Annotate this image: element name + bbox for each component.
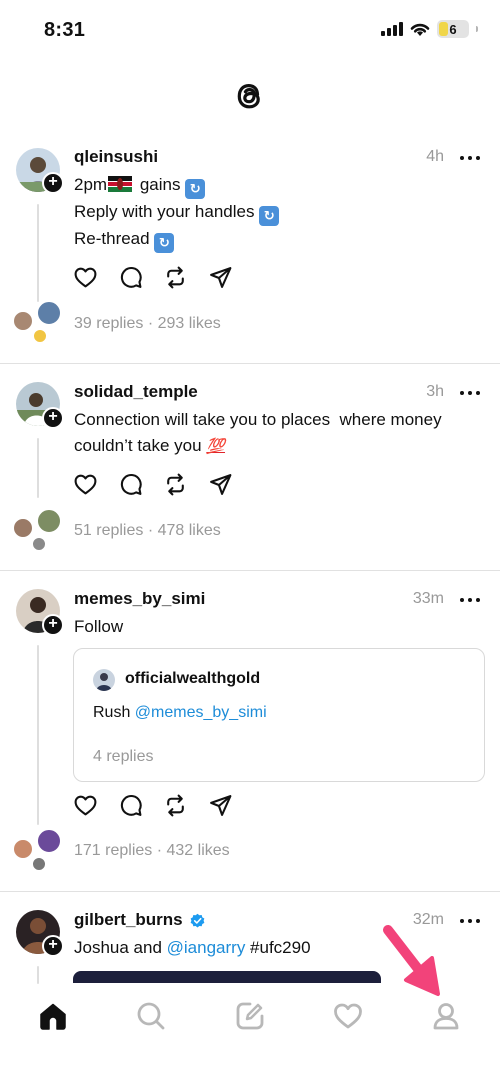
repeat-emoji-icon: ↻	[185, 179, 206, 199]
reply-avatar	[36, 828, 62, 854]
thread-line	[37, 438, 39, 498]
reply-bubble-icon[interactable]	[118, 265, 143, 290]
tab-activity[interactable]	[323, 992, 373, 1040]
reply-avatar	[36, 508, 62, 534]
post-text-line: Re-thread ↻	[74, 229, 175, 253]
reply-avatar	[36, 300, 62, 326]
share-send-icon[interactable]	[208, 472, 233, 497]
reply-avatars	[12, 828, 64, 872]
reply-avatars	[12, 508, 64, 552]
reply-avatar	[12, 310, 34, 332]
profile-icon	[433, 1003, 459, 1030]
tab-home[interactable]	[28, 992, 78, 1040]
post-username[interactable]: solidad_temple	[74, 382, 198, 402]
mention-link[interactable]: @memes_by_simi	[135, 704, 267, 721]
mention-link[interactable]: @iangarry	[167, 938, 246, 957]
reply-avatar	[12, 517, 34, 539]
post-text-line: couldn’t take you 💯	[74, 436, 226, 455]
follow-plus-button[interactable]: +	[42, 172, 64, 194]
reply-avatar	[31, 856, 47, 872]
repost-icon[interactable]	[163, 472, 188, 497]
post-media-image[interactable]	[73, 971, 381, 983]
thread-line	[37, 645, 39, 825]
repeat-emoji-icon: ↻	[154, 233, 175, 253]
more-options-icon[interactable]	[460, 385, 480, 401]
more-options-icon[interactable]	[460, 150, 480, 166]
post-text-line: Connection will take you to places where…	[74, 410, 442, 429]
thread-post[interactable]: + solidad_temple 3h Connection will take…	[0, 364, 500, 571]
repeat-emoji-icon: ↻	[259, 206, 280, 226]
follow-plus-button[interactable]: +	[42, 935, 64, 957]
tab-search[interactable]	[126, 992, 176, 1040]
more-options-icon[interactable]	[460, 913, 480, 929]
post-username[interactable]: memes_by_simi	[74, 589, 205, 609]
reply-avatar	[12, 838, 34, 860]
verified-badge-icon	[190, 913, 204, 928]
tab-compose[interactable]	[225, 992, 275, 1040]
post-text-line: 2pm gains ↻	[74, 175, 206, 199]
wifi-icon	[410, 23, 430, 36]
like-heart-icon[interactable]	[73, 793, 98, 818]
share-send-icon[interactable]	[208, 793, 233, 818]
home-icon	[40, 1003, 66, 1030]
post-text-line: Reply with your handles ↻	[74, 202, 280, 226]
repost-icon[interactable]	[163, 793, 188, 818]
battery-level: 6	[449, 21, 457, 37]
like-heart-icon[interactable]	[73, 265, 98, 290]
reply-avatars	[12, 300, 64, 344]
status-bar: 8:31 6	[0, 0, 500, 60]
battery-icon: 6	[437, 20, 469, 38]
reply-bubble-icon[interactable]	[118, 472, 143, 497]
post-text-line: Follow	[74, 617, 124, 636]
thread-post[interactable]: + memes_by_simi 33m Follow officialwealt…	[0, 571, 500, 892]
activity-heart-icon	[334, 1003, 362, 1029]
battery-nub	[476, 26, 478, 32]
post-actions	[73, 793, 233, 818]
hundred-points-emoji: 💯	[206, 438, 226, 455]
kenya-flag-icon	[108, 176, 133, 192]
status-icons: 6	[381, 20, 478, 38]
reply-avatar	[31, 536, 47, 552]
thread-line	[37, 204, 39, 302]
post-stats[interactable]: 39 replies · 293 likes	[74, 315, 221, 333]
post-stats[interactable]: 171 replies · 432 likes	[74, 842, 230, 860]
post-text-line: Joshua and @iangarry #ufc290	[74, 938, 311, 957]
share-send-icon[interactable]	[208, 265, 233, 290]
annotation-arrow-icon	[383, 925, 440, 996]
quoted-avatar[interactable]	[93, 669, 115, 691]
repost-icon[interactable]	[163, 265, 188, 290]
post-time: 33m	[412, 590, 444, 607]
quoted-text: Rush @memes_by_simi	[93, 704, 267, 721]
follow-plus-button[interactable]: +	[42, 407, 64, 429]
quoted-replies[interactable]: 4 replies	[93, 748, 153, 766]
post-actions	[73, 472, 233, 497]
hashtag[interactable]: #ufc290	[245, 938, 311, 957]
cellular-signal-icon	[381, 22, 403, 36]
post-actions	[73, 265, 233, 290]
search-icon	[137, 1002, 165, 1030]
post-time: 3h	[426, 383, 444, 400]
post-username[interactable]: qleinsushi	[74, 147, 158, 167]
quoted-username[interactable]: officialwealthgold	[125, 670, 260, 688]
follow-plus-button[interactable]: +	[42, 614, 64, 636]
post-stats[interactable]: 51 replies · 478 likes	[74, 522, 221, 540]
more-options-icon[interactable]	[460, 592, 480, 608]
thread-post[interactable]: + qleinsushi 4h 2pm gains ↻ Reply with y…	[0, 140, 500, 364]
compose-icon	[236, 1002, 264, 1030]
post-time: 4h	[426, 148, 444, 165]
reply-bubble-icon[interactable]	[118, 793, 143, 818]
threads-logo-icon[interactable]	[229, 76, 269, 116]
status-time: 8:31	[44, 19, 86, 41]
post-username[interactable]: gilbert_burns	[74, 910, 206, 930]
thread-line	[37, 966, 39, 984]
reply-avatar	[32, 328, 48, 344]
like-heart-icon[interactable]	[73, 472, 98, 497]
quoted-post-card[interactable]: officialwealthgold Rush @memes_by_simi 4…	[73, 648, 485, 782]
